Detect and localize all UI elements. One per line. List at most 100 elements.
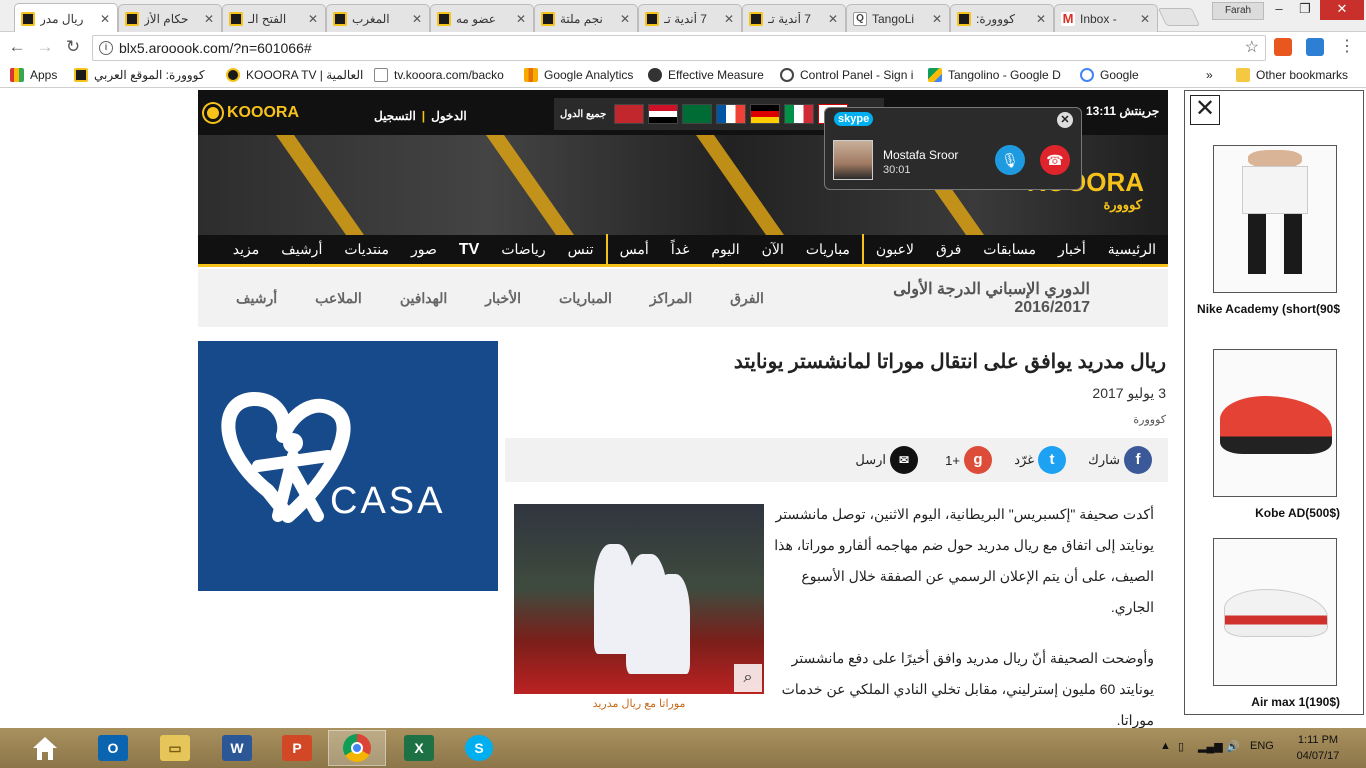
nav-today[interactable]: اليوم (711, 241, 739, 258)
tab-close-icon[interactable]: ✕ (411, 12, 423, 26)
nav-competitions[interactable]: مسابقات (983, 241, 1036, 258)
tab-item[interactable]: Q TangoLi ✕ (846, 4, 950, 32)
tab-close-icon[interactable]: ✕ (307, 12, 319, 26)
close-icon[interactable]: ✕ (1057, 112, 1073, 128)
bookmark-item[interactable]: tv.kooora.com/backo (374, 67, 504, 83)
saudi-flag-icon[interactable] (682, 104, 713, 124)
tab-item[interactable]: 7 أندية تـ ✕ (742, 4, 846, 32)
tab-close-icon[interactable]: ✕ (619, 12, 631, 26)
other-bookmarks[interactable]: Other bookmarks (1236, 67, 1348, 83)
bookmark-item[interactable]: Google (1080, 67, 1139, 83)
volume-icon[interactable]: 🔊 (1226, 740, 1240, 753)
bookmarks-overflow-button[interactable]: » (1206, 67, 1213, 83)
subnav-teams[interactable]: الفرق (730, 290, 764, 307)
extension-icon[interactable] (1306, 38, 1324, 56)
product-card[interactable] (1213, 145, 1337, 293)
word-icon[interactable]: W (208, 730, 266, 766)
tab-real-madrid[interactable]: ريال مدر ✕ (14, 3, 118, 33)
subnav-stadiums[interactable]: الملاعب (315, 290, 362, 307)
tab-close-icon[interactable]: ✕ (203, 12, 215, 26)
maximize-icon[interactable]: ❐ (1290, 0, 1320, 20)
new-tab-button[interactable] (1157, 8, 1201, 26)
bookmark-item[interactable]: Effective Measure (648, 67, 764, 83)
tab-item[interactable]: كووورة: ✕ (950, 4, 1054, 32)
explorer-icon[interactable]: ▭ (146, 730, 204, 766)
register-link[interactable]: التسجيل (374, 109, 416, 123)
tab-close-icon[interactable]: ✕ (99, 12, 111, 26)
france-flag-icon[interactable] (716, 104, 747, 124)
back-icon[interactable]: ← (6, 36, 28, 58)
login-link[interactable]: الدخول (431, 109, 467, 123)
all-countries-link[interactable]: جميع الدول (560, 109, 606, 120)
menu-icon[interactable]: ⋮ (1336, 36, 1358, 58)
show-hidden-icons[interactable]: ▲ (1160, 740, 1171, 752)
close-icon[interactable]: ✕ (1190, 95, 1220, 125)
germany-flag-icon[interactable] (750, 104, 781, 124)
tab-item[interactable]: نجم ملتة ✕ (534, 4, 638, 32)
subnav-archive[interactable]: أرشيف (236, 290, 277, 307)
nav-yesterday[interactable]: أمس (620, 241, 649, 258)
excel-icon[interactable]: X (390, 730, 448, 766)
morocco-flag-icon[interactable] (614, 104, 645, 124)
tab-item[interactable]: المغرب ✕ (326, 4, 430, 32)
nav-home[interactable]: الرئيسية (1108, 241, 1156, 258)
product-label[interactable]: Kobe AD(500$) (1195, 505, 1340, 521)
nav-players[interactable]: لاعبون (876, 241, 914, 258)
forward-icon[interactable]: → (34, 36, 56, 58)
product-label[interactable]: Air max 1(190$) (1195, 694, 1340, 710)
product-label[interactable]: Nike Academy (short(90$ (1195, 301, 1340, 317)
tab-close-icon[interactable]: ✕ (723, 12, 735, 26)
product-card[interactable] (1213, 538, 1337, 686)
tab-item[interactable]: الفتح الـ ✕ (222, 4, 326, 32)
nav-forums[interactable]: منتديات (344, 241, 389, 258)
share-facebook-button[interactable]: f شارك (1088, 445, 1152, 475)
bookmark-apps[interactable]: Apps (10, 67, 57, 83)
egypt-flag-icon[interactable] (648, 104, 679, 124)
nav-matches[interactable]: مباريات (806, 241, 850, 258)
tab-item[interactable]: 7 أندية تـ ✕ (638, 4, 742, 32)
powerpoint-icon[interactable]: P (268, 730, 326, 766)
bookmark-item[interactable]: Control Panel - Sign i (780, 67, 913, 83)
skype-icon[interactable]: S (450, 730, 508, 766)
tab-close-icon[interactable]: ✕ (515, 12, 527, 26)
nav-sports[interactable]: رياضات (501, 241, 545, 258)
home-icon[interactable] (16, 730, 74, 766)
product-card[interactable] (1213, 349, 1337, 497)
tab-item[interactable]: عضو مه ✕ (430, 4, 534, 32)
chrome-icon[interactable] (328, 730, 386, 766)
tab-close-icon[interactable]: ✕ (1035, 12, 1047, 26)
bookmark-item[interactable]: Google Analytics (524, 67, 633, 83)
casa-advertisement[interactable]: CASA (198, 341, 498, 591)
analytics-extension-icon[interactable] (1274, 38, 1292, 56)
device-icon[interactable]: ▯ (1178, 740, 1184, 753)
nav-photos[interactable]: صور (411, 241, 437, 258)
address-bar[interactable]: i blx5.arooook.com/?n=601066# ☆ (92, 35, 1266, 61)
subnav-matches[interactable]: المباريات (559, 290, 612, 307)
tab-close-icon[interactable]: ✕ (827, 12, 839, 26)
kooora-logo[interactable]: KOOORA (204, 104, 299, 122)
nav-tennis[interactable]: تنس (568, 241, 594, 258)
reload-icon[interactable]: ↻ (62, 36, 84, 58)
tab-close-icon[interactable]: ✕ (1139, 12, 1151, 26)
outlook-icon[interactable]: O (84, 730, 142, 766)
nav-now[interactable]: الآن (762, 241, 784, 258)
tab-item[interactable]: M Inbox - ✕ (1054, 4, 1158, 32)
share-gplus-button[interactable]: g +1 (945, 445, 992, 475)
article-photo[interactable]: ⌕ (514, 504, 764, 694)
microphone-icon[interactable]: 🎙 (995, 145, 1025, 175)
nav-tomorrow[interactable]: غداً (671, 241, 690, 258)
nav-tv[interactable]: TV (459, 241, 479, 259)
bookmark-item[interactable]: KOOORA TV | العالمية (226, 67, 363, 83)
network-icon[interactable]: ▂▄▆ (1198, 740, 1223, 753)
language-indicator[interactable]: ENG (1250, 740, 1274, 752)
zoom-icon[interactable]: ⌕ (734, 664, 762, 692)
tab-item[interactable]: حكام الأز ✕ (118, 4, 222, 32)
close-window-icon[interactable]: ✕ (1320, 0, 1364, 20)
nav-archive[interactable]: أرشيف (281, 241, 322, 258)
subnav-standings[interactable]: المراكز (650, 290, 692, 307)
nav-news[interactable]: أخبار (1058, 241, 1086, 258)
italy-flag-icon[interactable] (784, 104, 815, 124)
subnav-scorers[interactable]: الهدافين (400, 290, 447, 307)
bookmark-item[interactable]: Tangolino - Google D (928, 67, 1061, 83)
site-info-icon[interactable]: i (99, 41, 113, 55)
